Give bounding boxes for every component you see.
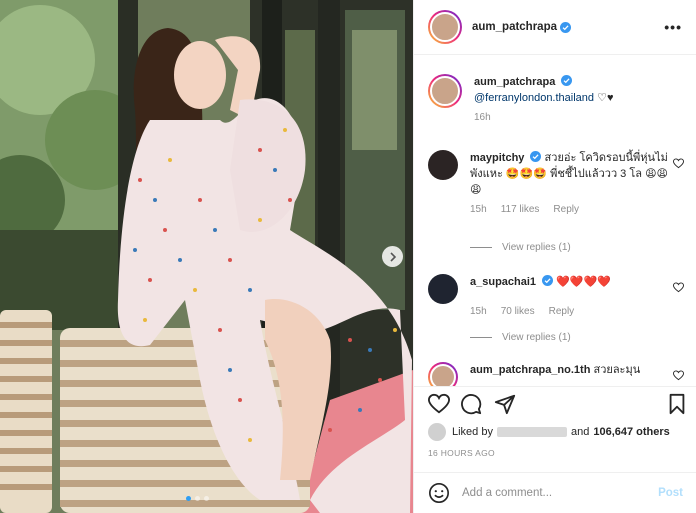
liker-avatar[interactable] xyxy=(428,423,446,441)
comment-time: 15h xyxy=(470,306,487,317)
carousel-dot xyxy=(195,496,200,501)
more-options-button[interactable]: ••• xyxy=(664,19,682,35)
carousel-dot xyxy=(186,496,191,501)
likes-summary: Liked by and 106,647 others xyxy=(428,423,670,441)
reply-button[interactable]: Reply xyxy=(549,304,575,320)
comment-item: a_supachai1 ❤️❤️❤️❤️ 15h 70 likes Reply xyxy=(428,274,684,320)
chevron-right-icon xyxy=(389,251,396,262)
likes-middle: and xyxy=(570,426,590,438)
carousel-next-button[interactable] xyxy=(382,246,403,267)
photo-scene xyxy=(0,0,413,513)
verified-badge-icon xyxy=(560,21,572,33)
comment-icon[interactable] xyxy=(460,393,482,415)
likes-count[interactable]: 106,647 others xyxy=(593,426,669,438)
caption: aum_patchrapa @ferranylondon.thailand ♡♥… xyxy=(428,74,684,126)
author-username[interactable]: aum_patchrapa xyxy=(472,21,557,33)
reply-button[interactable]: Reply xyxy=(553,202,579,218)
view-replies-label: View replies (1) xyxy=(502,332,571,343)
verified-badge-icon xyxy=(530,151,542,162)
commenter-avatar[interactable] xyxy=(428,362,458,386)
action-bar xyxy=(414,386,696,419)
comment-like-heart-icon[interactable] xyxy=(673,370,684,381)
post-sidebar: aum_patchrapa ••• aum_patchrapa @ferrany… xyxy=(413,0,696,513)
post-timestamp: 16 HOURS AGO xyxy=(428,448,495,458)
comment-text: สวยละมุน xyxy=(593,364,641,376)
share-icon[interactable] xyxy=(494,393,516,415)
caption-text: ♡♥ xyxy=(597,92,614,104)
comment-input[interactable]: Add a comment... xyxy=(462,487,658,499)
instagram-post-modal: aum_patchrapa ••• aum_patchrapa @ferrany… xyxy=(0,0,696,513)
likes-prefix: Liked by xyxy=(452,426,493,438)
caption-username[interactable]: aum_patchrapa xyxy=(474,76,555,88)
post-header: aum_patchrapa ••• xyxy=(414,0,696,55)
commenter-avatar[interactable] xyxy=(428,274,458,304)
comment-like-heart-icon[interactable] xyxy=(673,158,684,169)
view-replies-button[interactable]: View replies (1) xyxy=(470,332,571,343)
heart-icon[interactable] xyxy=(428,393,450,415)
liker-username-redacted xyxy=(496,427,567,437)
caption-mention-link[interactable]: @ferranylondon.thailand xyxy=(474,92,594,104)
carousel-indicator xyxy=(186,496,209,501)
post-photo xyxy=(0,0,413,513)
commenter-avatar[interactable] xyxy=(428,150,458,180)
comments-list: aum_patchrapa @ferranylondon.thailand ♡♥… xyxy=(414,56,696,386)
comment-item: maypitchy สวยอ่ะ โควิดรอบนี้พี่หุ่นไม่พั… xyxy=(428,150,684,218)
caption-time: 16h xyxy=(474,112,491,123)
comment-item: aum_patchrapa_no.1th สวยละมุน xyxy=(428,362,684,386)
comment-username[interactable]: a_supachai1 xyxy=(470,276,536,288)
comment-username[interactable]: aum_patchrapa_no.1th xyxy=(470,364,590,376)
comment-likes[interactable]: 117 likes xyxy=(501,202,540,218)
comment-text: ❤️❤️❤️❤️ xyxy=(556,276,611,288)
caption-avatar[interactable] xyxy=(428,74,462,108)
bookmark-icon[interactable] xyxy=(666,393,688,415)
comment-like-heart-icon[interactable] xyxy=(673,282,684,293)
emoji-icon[interactable] xyxy=(428,482,450,504)
verified-badge-icon xyxy=(561,75,573,86)
verified-badge-icon xyxy=(542,275,554,286)
comment-username[interactable]: maypitchy xyxy=(470,152,524,164)
comment-time: 15h xyxy=(470,204,487,215)
add-comment-bar: Add a comment... Post xyxy=(414,472,696,513)
view-replies-button[interactable]: View replies (1) xyxy=(470,242,571,253)
post-comment-button[interactable]: Post xyxy=(658,487,683,499)
carousel-dot xyxy=(204,496,209,501)
view-replies-label: View replies (1) xyxy=(502,242,571,253)
author-avatar[interactable] xyxy=(428,10,462,44)
comment-likes[interactable]: 70 likes xyxy=(501,304,535,320)
